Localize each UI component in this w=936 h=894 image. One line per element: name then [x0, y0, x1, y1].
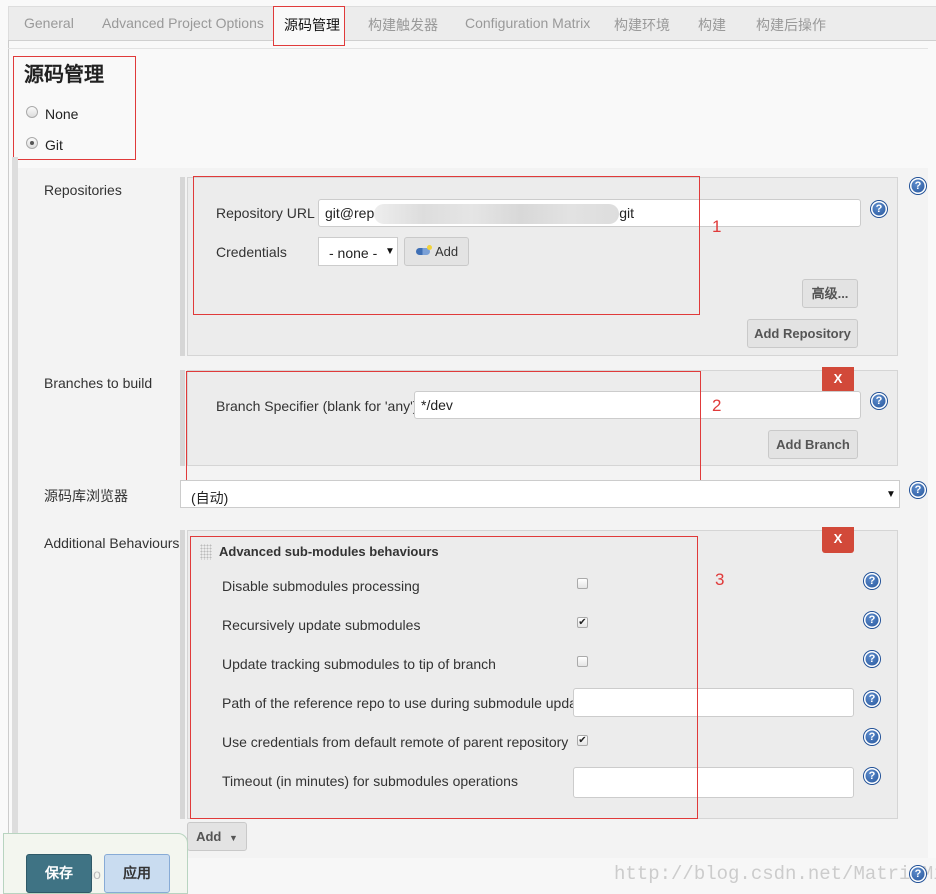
section-gutter: [12, 157, 18, 877]
repository-url-suffix: git: [619, 205, 635, 221]
annotation-label-1: 1: [712, 217, 722, 236]
help-icon[interactable]: ?: [864, 651, 880, 667]
help-icon[interactable]: ?: [910, 178, 926, 194]
tab-advanced-project-options[interactable]: Advanced Project Options: [102, 15, 264, 31]
apply-button[interactable]: 应用: [104, 854, 170, 893]
help-icon[interactable]: ?: [864, 573, 880, 589]
radio-git[interactable]: [26, 137, 38, 149]
chevron-down-icon: ▼: [228, 833, 238, 843]
tab-source-code-management[interactable]: 源码管理: [284, 15, 340, 35]
annotation-label-3: 3: [715, 570, 725, 589]
repository-browser-select[interactable]: (自动) ▼: [180, 480, 900, 508]
repository-browser-value: (自动): [191, 490, 229, 506]
key-spark: [427, 245, 432, 250]
option-label: Timeout (in minutes) for submodules oper…: [222, 773, 518, 789]
tab-general[interactable]: General: [24, 15, 74, 31]
reference-repo-input[interactable]: [573, 688, 854, 717]
help-icon[interactable]: ?: [864, 729, 880, 745]
disable-submodules-checkbox[interactable]: [577, 578, 588, 589]
repository-browser-label: 源码库浏览器: [44, 488, 128, 504]
help-icon[interactable]: ?: [871, 393, 887, 409]
section-divider: [8, 48, 928, 49]
tab-post-build-actions[interactable]: 构建后操作: [756, 15, 826, 35]
add-branch-button[interactable]: Add Branch: [768, 430, 858, 459]
add-credentials-label: Add: [435, 244, 459, 259]
chevron-down-icon: ▼: [385, 246, 395, 257]
help-icon[interactable]: ?: [864, 612, 880, 628]
option-label: Recursively update submodules: [222, 617, 421, 633]
repositories-gutter: [180, 177, 185, 356]
radio-git-label: Git: [45, 137, 63, 153]
save-button[interactable]: 保存: [26, 854, 92, 893]
recursive-update-checkbox[interactable]: ✔: [577, 617, 588, 628]
repository-url-prefix: git@rep: [325, 205, 375, 221]
annotation-label-2: 2: [712, 396, 722, 415]
tab-build-environment[interactable]: 构建环境: [614, 15, 670, 35]
option-label: Path of the reference repo to use during…: [222, 695, 589, 711]
tab-configuration-matrix[interactable]: Configuration Matrix: [465, 15, 590, 31]
watermark: http://blog.csdn.net/MatrixMin: [614, 863, 936, 885]
behaviours-gutter: [180, 530, 185, 819]
tab-build[interactable]: 构建: [698, 15, 726, 35]
credentials-select[interactable]: - none - ▼: [318, 237, 398, 266]
submodules-block-title: Advanced sub-modules behaviours: [219, 544, 439, 559]
drag-handle-icon[interactable]: [200, 544, 212, 560]
additional-behaviours-label: Additional Behaviours: [44, 535, 180, 551]
advanced-button[interactable]: 高级...: [802, 279, 858, 308]
branch-specifier-label: Branch Specifier (blank for 'any'): [216, 398, 418, 414]
branches-label: Branches to build: [44, 375, 153, 391]
repository-url-label: Repository URL: [216, 205, 315, 221]
redacted-region: [374, 204, 620, 225]
radio-none-label: None: [45, 106, 79, 122]
remove-behaviour-button[interactable]: X: [822, 527, 854, 553]
radio-none[interactable]: [26, 106, 38, 118]
add-repository-button[interactable]: Add Repository: [747, 319, 858, 348]
option-label: Disable submodules processing: [222, 578, 420, 594]
help-icon[interactable]: ?: [864, 768, 880, 784]
add-credentials-button[interactable]: Add: [404, 237, 469, 266]
help-icon[interactable]: ?: [910, 482, 926, 498]
chevron-down-icon: ▼: [886, 489, 896, 500]
timeout-input[interactable]: [573, 767, 854, 798]
page-title: 源码管理: [24, 64, 104, 86]
help-icon[interactable]: ?: [910, 866, 926, 882]
add-behaviour-button[interactable]: Add ▼: [187, 822, 247, 851]
tracking-submodules-checkbox[interactable]: [577, 656, 588, 667]
credentials-value: - none -: [329, 245, 378, 261]
parent-credentials-checkbox[interactable]: ✔: [577, 735, 588, 746]
repository-url-input[interactable]: git@rep git: [318, 199, 861, 227]
help-icon[interactable]: ?: [871, 201, 887, 217]
repositories-label: Repositories: [44, 182, 122, 198]
help-icon[interactable]: ?: [864, 691, 880, 707]
option-label: Use credentials from default remote of p…: [222, 734, 569, 750]
left-border: [8, 40, 9, 894]
remove-branch-button[interactable]: X: [822, 367, 854, 393]
branch-specifier-input[interactable]: */dev: [414, 391, 861, 419]
tab-build-triggers[interactable]: 构建触发器: [368, 15, 438, 35]
credentials-label: Credentials: [216, 244, 287, 260]
add-behaviour-label: Add: [196, 829, 222, 844]
branches-gutter: [180, 370, 185, 466]
option-label: Update tracking submodules to tip of bra…: [222, 656, 496, 672]
